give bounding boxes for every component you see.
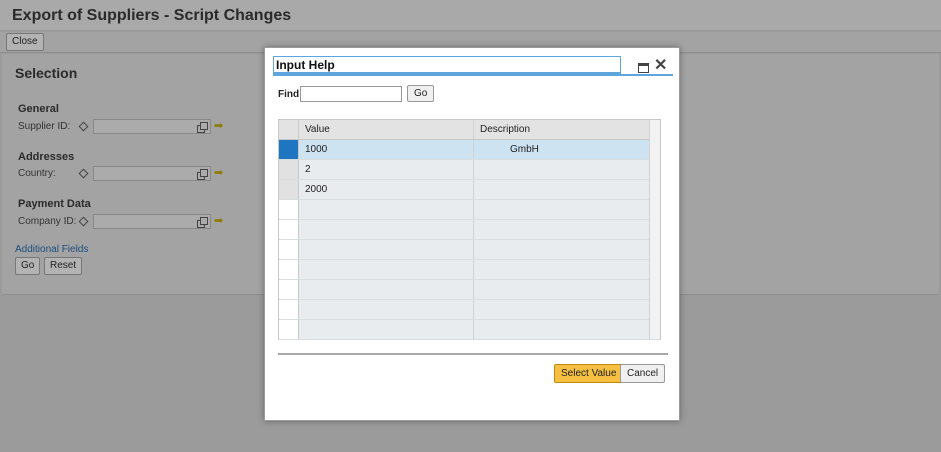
cell-description xyxy=(474,300,649,319)
company-id-input[interactable] xyxy=(93,214,211,229)
cell-value xyxy=(299,300,474,319)
table-row[interactable] xyxy=(279,320,660,340)
cell-description xyxy=(474,200,649,219)
supplier-id-label: Supplier ID: xyxy=(18,121,71,132)
row-selector[interactable] xyxy=(279,300,299,319)
column-header-description[interactable]: Description xyxy=(474,120,649,139)
input-help-dialog: Input Help ✕ Find Go Value Description 1… xyxy=(264,47,680,421)
cell-value xyxy=(299,240,474,259)
go-button[interactable]: Go xyxy=(15,257,41,275)
close-icon[interactable]: ✕ xyxy=(654,58,667,74)
find-label: Find xyxy=(278,89,300,100)
dialog-header-line xyxy=(273,74,673,76)
group-title-payment-data: Payment Data xyxy=(18,198,91,210)
dialog-title-box: Input Help xyxy=(273,56,621,74)
row-selector[interactable] xyxy=(279,280,299,299)
group-title-general: General xyxy=(18,103,59,115)
cell-description xyxy=(474,180,649,199)
value-help-icon[interactable] xyxy=(197,122,208,133)
footer-separator xyxy=(278,353,668,355)
cell-description xyxy=(474,280,649,299)
additional-fields-link[interactable]: Additional Fields xyxy=(15,244,88,255)
table-row[interactable]: 2 xyxy=(279,160,660,180)
table-row[interactable] xyxy=(279,220,660,240)
table-header: Value Description xyxy=(279,120,660,140)
close-button[interactable]: Close xyxy=(6,33,44,51)
row-selector[interactable] xyxy=(279,160,299,179)
title-bar: Export of Suppliers - Script Changes xyxy=(0,0,941,31)
row-selector[interactable] xyxy=(279,320,299,339)
reset-button[interactable]: Reset xyxy=(44,257,83,275)
company-id-label: Company ID: xyxy=(18,216,77,227)
section-title: Selection xyxy=(15,65,78,81)
country-label: Country: xyxy=(18,168,56,179)
group-title-addresses: Addresses xyxy=(18,151,75,163)
country-input[interactable] xyxy=(93,166,211,181)
cell-description xyxy=(474,260,649,279)
cell-value xyxy=(299,200,474,219)
row-selector[interactable] xyxy=(279,180,299,199)
page-title: Export of Suppliers - Script Changes xyxy=(12,7,292,24)
row-selector[interactable] xyxy=(279,260,299,279)
cell-description xyxy=(474,320,649,339)
row-selector[interactable] xyxy=(279,140,299,159)
cell-value: 1000 xyxy=(299,140,474,159)
cell-description: GmbH xyxy=(474,140,649,159)
multiple-selection-arrow-icon[interactable]: ➡ xyxy=(214,166,223,179)
select-all-cell[interactable] xyxy=(279,120,299,139)
cell-value xyxy=(299,220,474,239)
value-help-table: Value Description 1000 GmbH 2 2000 xyxy=(278,119,661,340)
table-row[interactable]: 2000 xyxy=(279,180,660,200)
supplier-id-input[interactable] xyxy=(93,119,211,134)
value-help-icon[interactable] xyxy=(197,169,208,180)
multiple-selection-arrow-icon[interactable]: ➡ xyxy=(214,119,223,132)
maximize-icon[interactable] xyxy=(638,63,649,73)
table-row[interactable] xyxy=(279,240,660,260)
cell-description xyxy=(474,160,649,179)
find-go-button[interactable]: Go xyxy=(407,85,435,102)
cell-value xyxy=(299,260,474,279)
column-header-value[interactable]: Value xyxy=(299,120,474,139)
table-row[interactable] xyxy=(279,300,660,320)
dialog-title: Input Help xyxy=(276,58,335,72)
table-row[interactable] xyxy=(279,260,660,280)
table-row[interactable] xyxy=(279,200,660,220)
table-scrollbar[interactable] xyxy=(649,120,660,339)
cell-value xyxy=(299,280,474,299)
cell-description xyxy=(474,220,649,239)
find-input[interactable] xyxy=(300,86,402,102)
table-row[interactable]: 1000 GmbH xyxy=(279,140,660,160)
row-selector[interactable] xyxy=(279,200,299,219)
value-help-icon[interactable] xyxy=(197,217,208,228)
cell-description xyxy=(474,240,649,259)
select-value-button[interactable]: Select Value xyxy=(554,364,624,383)
multiple-selection-arrow-icon[interactable]: ➡ xyxy=(214,214,223,227)
cell-value xyxy=(299,320,474,339)
cell-value: 2000 xyxy=(299,180,474,199)
cancel-button[interactable]: Cancel xyxy=(620,364,666,383)
table-row[interactable] xyxy=(279,280,660,300)
cell-value: 2 xyxy=(299,160,474,179)
row-selector[interactable] xyxy=(279,220,299,239)
row-selector[interactable] xyxy=(279,240,299,259)
